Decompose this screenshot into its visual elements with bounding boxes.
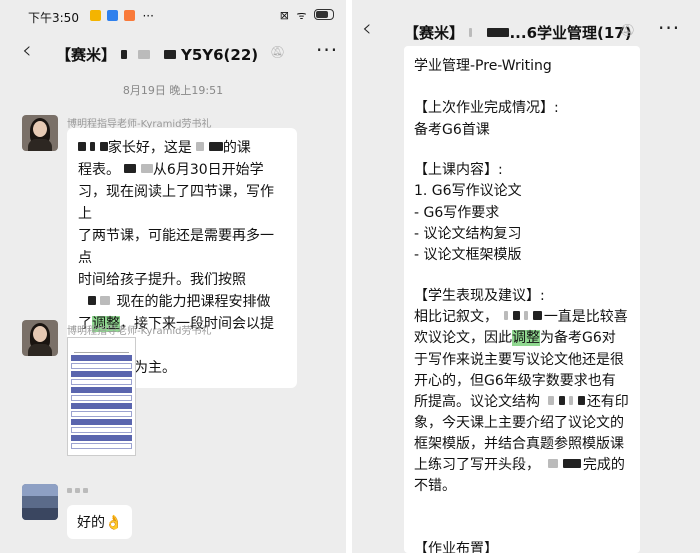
chat-header: ‹ 【赛米】 ...6学业管理(17) 🔕︎ ··· [352, 8, 700, 48]
chat-title-prefix: 【赛米】 [404, 24, 465, 42]
message-line: 相比记叙文， 一直是比较喜 [414, 309, 628, 325]
message-line: 【学生表现及建议】: [414, 288, 545, 304]
message-line: 欢议论文，因此调整为备考G6对 [414, 330, 616, 346]
message-bubble[interactable]: 好的👌 [67, 505, 133, 539]
message-line: 家长好，这是 的课 [78, 137, 287, 159]
highlighted-keyword[interactable]: 调整 [512, 330, 540, 346]
status-bar: 下午3:50 ··· ⊠ ᯤ [0, 0, 346, 30]
bell-off-icon: 🔕︎ [620, 23, 636, 37]
app-badge-icon [106, 10, 118, 21]
redacted-text [138, 50, 151, 59]
sender-avatar[interactable] [22, 115, 58, 151]
message-line: 程表。 从6月30日开始学 [78, 162, 264, 178]
chat-title-suffix: ...6学业管理(17) [509, 24, 632, 42]
back-icon[interactable]: ‹ [362, 14, 372, 42]
message-line: 象，今天课上主要介绍了议论文的 [414, 415, 624, 431]
message-line: 现在的能力把课程安排做 [78, 291, 287, 313]
bell-off-icon: 🔕︎ [270, 45, 286, 59]
chat-title[interactable]: 【赛米】 ...6学业管理(17) [404, 22, 632, 43]
message-line: 框架模版，并结合真题参照模版课 [414, 436, 624, 452]
more-icon[interactable]: ··· [316, 38, 338, 62]
sender-name [67, 486, 89, 497]
sender-avatar[interactable] [22, 320, 58, 356]
sender-avatar[interactable] [22, 484, 58, 520]
message-line: 于写作来说主要写议论文他还是很 [414, 352, 624, 368]
back-icon[interactable]: ‹ [22, 36, 32, 64]
message-line: 不错。 [414, 478, 456, 494]
redacted-text [163, 50, 176, 59]
status-icons: ⊠ ᯤ [279, 9, 309, 22]
message-line: 1. G6写作议论文 [414, 183, 522, 199]
message-line: 开心的，但G6年级字数要求也有 [414, 373, 616, 389]
message-line: 时间给孩子提升。我们按照 [78, 272, 246, 288]
chat-title-prefix: 【赛米】 [56, 46, 117, 64]
notification-icons: ··· [88, 9, 154, 23]
status-extra: ··· [142, 9, 154, 23]
message-line: - 议论文框架模版 [414, 247, 522, 263]
status-time: 下午3:50 [28, 11, 79, 25]
system-icons: ⊠ ᯤ [280, 8, 334, 23]
app-badge-icon [123, 10, 135, 21]
chat-title[interactable]: 【赛米】 Y5Y6(22) [56, 44, 258, 65]
message-line: 习，现在阅读上了四节课，写作上 [78, 184, 274, 222]
message-timestamp: 8月19日 晚上19:51 [122, 84, 224, 97]
message-line: 【上次作业完成情况】: [414, 100, 559, 116]
app-badge-icon [90, 10, 101, 21]
message-line: - G6写作要求 [414, 205, 500, 221]
redacted-text [121, 50, 128, 59]
message-line: 上练习了写开头段， 完成的 [414, 457, 625, 473]
message-line: 了两节课，可能还是需要再多一点 [78, 228, 274, 266]
message-line: 所提高。议论文结构 还有印 [414, 394, 629, 410]
schedule-image-thumbnail[interactable] [67, 337, 136, 456]
message-line: 备考G6首课 [414, 122, 490, 138]
message-line: - 议论文结构复习 [414, 226, 522, 242]
chat-header: ‹ 【赛米】 Y5Y6(22) 🔕︎ ··· [0, 30, 346, 70]
message-line: 【上课内容】: [414, 162, 503, 178]
left-chat-panel: 下午3:50 ··· ⊠ ᯤ ‹ 【赛米】 Y5Y6(22) 🔕︎ ··· 8月… [0, 0, 346, 553]
battery-icon [314, 9, 334, 20]
sender-name: 博明程指导老师-Kyramid劳书礼 [67, 326, 212, 337]
right-chat-panel: ‹ 【赛米】 ...6学业管理(17) 🔕︎ ··· 学业管理-Pre-Writ… [352, 0, 700, 553]
more-icon[interactable]: ··· [658, 16, 680, 40]
message-line: 学业管理-Pre-Writing [414, 58, 552, 74]
message-line: 【作业布置】 [414, 541, 498, 553]
chat-title-suffix: Y5Y6(22) [180, 46, 259, 64]
